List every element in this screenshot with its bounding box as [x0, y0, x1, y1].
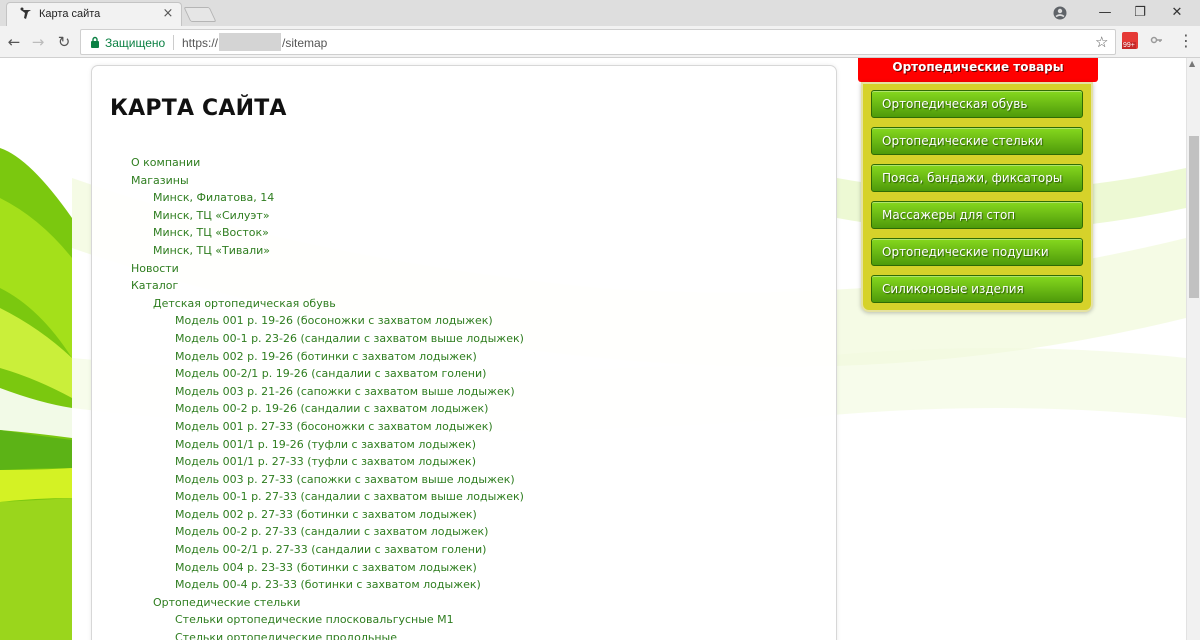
sitemap-link[interactable]: Стельки ортопедические плосковальгусные … [92, 611, 832, 629]
sitemap-link[interactable]: Минск, ТЦ «Силуэт» [92, 207, 832, 225]
sidebar-box: Ортопедическая обувь Ортопедические стел… [861, 82, 1093, 312]
sidebar-item-foot-massagers[interactable]: Массажеры для стоп [871, 201, 1083, 229]
sitemap-link[interactable]: Модель 00-2 р. 19-26 (сандалии с захвато… [92, 400, 832, 418]
page-viewport: КАРТА САЙТА О компании Магазины Минск, Фил… [0, 58, 1186, 640]
sitemap-link[interactable]: Магазины [92, 172, 832, 190]
browser-titlebar: Карта сайта × — ❐ ✕ [0, 0, 1200, 26]
sitemap-list: О компании Магазины Минск, Филатова, 14 Мин… [92, 154, 832, 640]
forward-button[interactable]: → [28, 32, 48, 52]
sidebar-item-label: Силиконовые изделия [882, 282, 1024, 296]
page-scrollbar[interactable]: ▲ [1186, 58, 1200, 640]
sidebar-header: Ортопедические товары [858, 58, 1098, 82]
close-window-button[interactable]: ✕ [1167, 4, 1187, 22]
url-path: /sitemap [282, 36, 328, 50]
sitemap-link[interactable]: Модель 001/1 р. 19-26 (туфли с захватом … [92, 436, 832, 454]
url-domain-redacted [219, 33, 281, 51]
scroll-up-arrow-icon[interactable]: ▲ [1189, 59, 1195, 68]
extension-key-icon[interactable] [1150, 33, 1164, 47]
sitemap-link[interactable]: Минск, ТЦ «Восток» [92, 224, 832, 242]
sitemap-link[interactable]: Модель 00-1 р. 27-33 (сандалии с захвато… [92, 488, 832, 506]
sitemap-link[interactable]: Модель 001 р. 19-26 (босоножки с захвато… [92, 312, 832, 330]
sidebar-item-label: Ортопедические стельки [882, 134, 1043, 148]
sidebar-item-label: Пояса, бандажи, фиксаторы [882, 171, 1063, 185]
sidebar-item-orthopedic-shoes[interactable]: Ортопедическая обувь [871, 90, 1083, 118]
maximize-button[interactable]: ❐ [1130, 4, 1150, 22]
address-bar[interactable]: Защищено https:// /sitemap ☆ [80, 29, 1116, 55]
sidebar-item-label: Массажеры для стоп [882, 208, 1016, 222]
sidebar-item-label: Ортопедические подушки [882, 245, 1049, 259]
sitemap-link[interactable]: Модель 001/1 р. 27-33 (туфли с захватом … [92, 453, 832, 471]
bookmark-star-icon[interactable]: ☆ [1095, 33, 1108, 51]
extension-badge: 99+ [1122, 42, 1136, 49]
sidebar-categories: Ортопедические товары Ортопедическая обу… [858, 58, 1098, 316]
sitemap-link[interactable]: Модель 001 р. 27-33 (босоножки с захвато… [92, 418, 832, 436]
sidebar-item-silicone-products[interactable]: Силиконовые изделия [871, 275, 1083, 303]
reload-button[interactable]: ↻ [54, 32, 74, 52]
browser-menu-icon[interactable]: ⋮ [1178, 31, 1194, 50]
sitemap-link[interactable]: О компании [92, 154, 832, 172]
sidebar-item-orthopedic-pillows[interactable]: Ортопедические подушки [871, 238, 1083, 266]
sitemap-link[interactable]: Модель 002 р. 19-26 (ботинки с захватом … [92, 348, 832, 366]
sitemap-link[interactable]: Модель 00-4 р. 23-33 (ботинки с захватом… [92, 576, 832, 594]
secure-label: Защищено [105, 36, 166, 50]
sitemap-link[interactable]: Модель 002 р. 27-33 (ботинки с захватом … [92, 506, 832, 524]
sidebar-item-orthopedic-insoles[interactable]: Ортопедические стельки [871, 127, 1083, 155]
site-favicon-icon [20, 7, 31, 19]
content-panel: КАРТА САЙТА О компании Магазины Минск, Фил… [91, 65, 837, 640]
sidebar-item-label: Ортопедическая обувь [882, 97, 1028, 111]
minimize-button[interactable]: — [1095, 4, 1115, 22]
new-tab-button[interactable] [183, 7, 217, 22]
omnibox-divider [173, 35, 174, 50]
sitemap-link[interactable]: Минск, ТЦ «Тивали» [92, 242, 832, 260]
sitemap-link[interactable]: Стельки ортопедические продольные [92, 629, 832, 640]
tab-close-icon[interactable]: × [161, 6, 175, 21]
browser-toolbar: ← → ↻ Защищено https:// /sitemap ☆ 99+ ⋮ [0, 26, 1200, 58]
sitemap-link[interactable]: Модель 003 р. 21-26 (сапожки с захватом … [92, 383, 832, 401]
lock-icon [91, 36, 99, 48]
back-button[interactable]: ← [4, 32, 24, 52]
sidebar-header-text: Ортопедические товары [892, 60, 1064, 74]
browser-tab[interactable]: Карта сайта × [6, 2, 182, 26]
sidebar-item-belts-bandages[interactable]: Пояса, бандажи, фиксаторы [871, 164, 1083, 192]
sitemap-link[interactable]: Модель 00-1 р. 23-26 (сандалии с захвато… [92, 330, 832, 348]
sitemap-link[interactable]: Модель 003 р. 27-33 (сапожки с захватом … [92, 471, 832, 489]
sitemap-link[interactable]: Новости [92, 260, 832, 278]
scrollbar-thumb[interactable] [1189, 136, 1199, 298]
sitemap-link[interactable]: Модель 00-2/1 р. 27-33 (сандалии с захва… [92, 541, 832, 559]
profile-icon[interactable] [1050, 4, 1070, 22]
sitemap-link[interactable]: Детская ортопедическая обувь [92, 295, 832, 313]
sitemap-link[interactable]: Каталог [92, 277, 832, 295]
sitemap-link[interactable]: Ортопедические стельки [92, 594, 832, 612]
sitemap-link[interactable]: Модель 00-2 р. 27-33 (сандалии с захвато… [92, 523, 832, 541]
page-title: КАРТА САЙТА [110, 96, 287, 121]
sitemap-link[interactable]: Минск, Филатова, 14 [92, 189, 832, 207]
sitemap-link[interactable]: Модель 00-2/1 р. 19-26 (сандалии с захва… [92, 365, 832, 383]
url-scheme: https:// [182, 36, 219, 50]
tab-title: Карта сайта [39, 8, 101, 20]
sitemap-link[interactable]: Модель 004 р. 23-33 (ботинки с захватом … [92, 559, 832, 577]
